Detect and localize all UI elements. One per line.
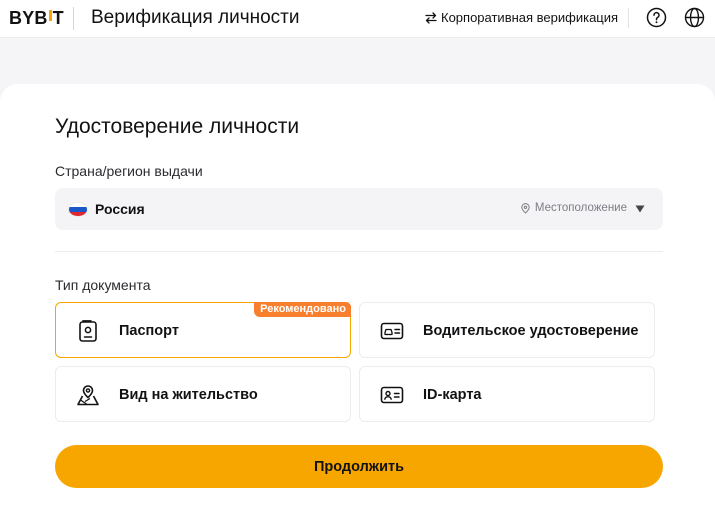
doc-label-passport: Паспорт — [119, 323, 179, 339]
corporate-verification-link[interactable]: Корпоративная верификация — [424, 10, 618, 25]
top-header: BYB T Верификация личности Корпоративная … — [0, 0, 715, 38]
recommended-badge: Рекомендовано — [254, 302, 351, 317]
residence-permit-icon — [77, 385, 99, 406]
doc-option-passport[interactable]: Паспорт Рекомендовано — [55, 302, 351, 358]
driver-license-icon — [380, 322, 404, 340]
continue-button[interactable]: Продолжить — [55, 445, 663, 488]
passport-icon — [79, 320, 97, 342]
question-circle-icon[interactable] — [646, 7, 667, 28]
location-pin-icon — [521, 202, 530, 214]
doc-option-driver-license[interactable]: Водительское удостоверение — [359, 302, 655, 358]
doc-type-label: Тип документа — [55, 277, 151, 293]
russia-flag-icon — [69, 203, 87, 216]
id-card-icon — [380, 386, 404, 404]
section-divider — [55, 251, 663, 252]
globe-icon[interactable] — [684, 7, 705, 28]
doc-option-id-card[interactable]: ID-карта — [359, 366, 655, 422]
country-label: Страна/регион выдачи — [55, 163, 203, 179]
header-separator — [628, 8, 629, 28]
country-select[interactable]: Россия Местоположение — [55, 188, 663, 230]
location-hint: Местоположение — [520, 202, 627, 214]
country-value: Россия — [95, 201, 145, 217]
doc-label-driver-license: Водительское удостоверение — [423, 323, 639, 339]
page-title: Верификация личности — [91, 7, 300, 28]
bybit-logo[interactable]: BYB T — [9, 8, 64, 29]
form-title: Удостоверение личности — [55, 115, 300, 138]
corporate-verification-label: Корпоративная верификация — [441, 10, 619, 25]
flag-stripe-red — [69, 211, 87, 216]
logo-text-left: BYB — [9, 8, 48, 28]
location-label: Местоположение — [534, 202, 627, 214]
caret-down-icon — [635, 205, 645, 213]
doc-label-id-card: ID-карта — [423, 387, 482, 403]
logo-divider — [73, 7, 74, 30]
doc-option-residence-permit[interactable]: Вид на жительство — [55, 366, 351, 422]
logo-bar — [48, 10, 52, 21]
logo-text-right: T — [52, 8, 64, 28]
swap-arrows-icon — [425, 11, 437, 24]
doc-label-residence-permit: Вид на жительство — [119, 387, 258, 403]
